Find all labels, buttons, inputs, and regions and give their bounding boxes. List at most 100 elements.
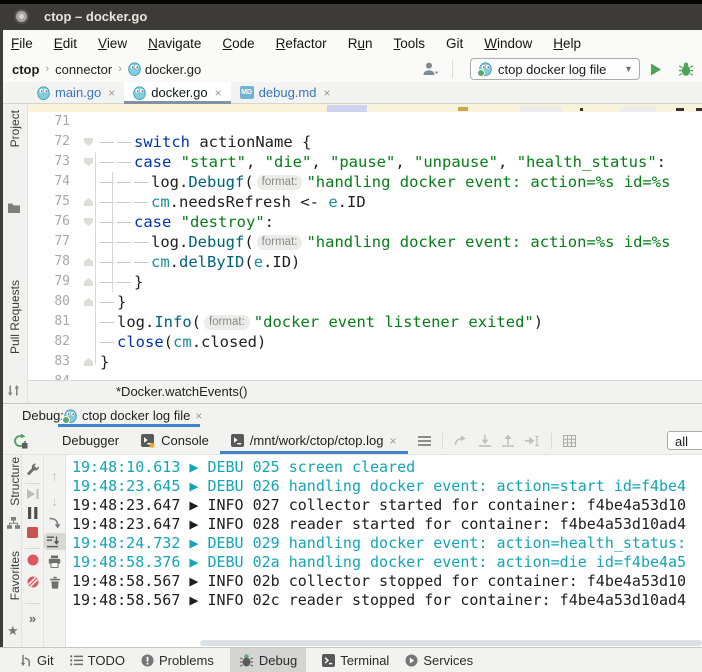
tab-docker-go[interactable]: docker.go × <box>124 82 230 103</box>
console-action-icons <box>418 427 576 454</box>
close-icon[interactable]: × <box>215 86 222 100</box>
close-icon[interactable]: × <box>108 86 115 100</box>
run-button[interactable] <box>650 63 662 76</box>
statusbar-item-label: Problems <box>159 653 214 668</box>
statusbar-item-problems[interactable]: Problems <box>141 648 214 672</box>
debug-button[interactable] <box>678 61 694 77</box>
statusbar-item-services[interactable]: Services <box>405 648 473 672</box>
fold-marker-icon[interactable] <box>84 218 93 226</box>
line-number[interactable]: 78 <box>28 252 80 272</box>
line-number[interactable]: 82 <box>28 332 80 352</box>
log-line: 19:48:58.376 ▶ DEBU 02a handling docker … <box>72 553 702 572</box>
line-number[interactable]: 76 <box>28 212 80 232</box>
log-level-filter-select[interactable]: all <box>667 431 702 450</box>
breadcrumb-item[interactable]: ctop <box>12 62 39 77</box>
menu-view[interactable]: View <box>98 36 127 51</box>
layout-settings-icon[interactable] <box>563 435 576 447</box>
menu-run[interactable]: Run <box>348 36 373 51</box>
line-number[interactable]: 75 <box>28 192 80 212</box>
line-number[interactable]: 72 <box>28 132 80 152</box>
statusbar-item-terminal[interactable]: Terminal <box>322 648 389 672</box>
statusbar-item-todo[interactable]: TODO <box>70 648 125 672</box>
line-number[interactable]: 83 <box>28 352 80 372</box>
show-execution-point-icon[interactable] <box>454 435 468 447</box>
log-line: 19:48:24.732 ▶ DEBU 029 handling docker … <box>72 534 702 553</box>
run-to-cursor-icon[interactable] <box>525 435 540 447</box>
stop-icon[interactable] <box>22 527 43 538</box>
rerun-button[interactable] <box>12 433 28 449</box>
log-line: 19:48:58.567 ▶ INFO 02c reader stopped f… <box>72 591 702 610</box>
up-stack-icon[interactable]: ↑ <box>44 469 65 483</box>
fold-marker-icon[interactable] <box>84 258 93 266</box>
console-tab--mnt-work-ctop-ctop-log[interactable]: /mnt/work/ctop/ctop.log× <box>220 427 408 454</box>
statusbar-item-debug[interactable]: Debug <box>230 648 306 672</box>
view-breakpoints-icon[interactable] <box>22 576 43 588</box>
statusbar-item-git[interactable]: Git <box>20 648 54 672</box>
settings-wrench-icon[interactable] <box>22 463 43 477</box>
user-icon[interactable] <box>422 62 439 76</box>
line-number[interactable]: 79 <box>28 272 80 292</box>
divider <box>442 433 443 449</box>
sidebar-item-pull-requests[interactable]: Pull Requests <box>8 280 22 354</box>
down-stack-icon[interactable]: ↓ <box>44 494 65 508</box>
menu-edit[interactable]: Edit <box>54 36 77 51</box>
step-over-icon[interactable] <box>479 434 491 447</box>
code-line: 76case "destroy": <box>28 212 702 232</box>
print-icon[interactable] <box>44 555 65 568</box>
console-tab-console[interactable]: Console <box>130 427 220 454</box>
tab-debug-md[interactable]: MDdebug.md× <box>231 82 340 103</box>
resume-program-icon[interactable] <box>22 488 43 500</box>
pause-program-icon[interactable] <box>22 507 43 519</box>
line-number[interactable]: 73 <box>28 152 80 172</box>
sidebar-item-structure[interactable]: Structure <box>8 457 22 506</box>
window-button-icon[interactable] <box>14 9 29 24</box>
tab-main-go[interactable]: main.go× <box>28 82 124 103</box>
close-icon[interactable]: × <box>323 86 330 100</box>
line-number[interactable]: 80 <box>28 292 80 312</box>
editor-lines: 7172switch actionName {73case "start", "… <box>28 112 702 380</box>
menu-tools[interactable]: Tools <box>393 36 425 51</box>
close-icon[interactable]: × <box>195 409 202 423</box>
fold-marker-icon[interactable] <box>84 138 93 146</box>
run-configuration-select[interactable]: ctop docker log file ▾ <box>470 58 640 80</box>
menu-git[interactable]: Git <box>446 36 463 51</box>
console-side-toolbar: ↑↓ <box>44 455 66 647</box>
menu-file[interactable]: File <box>11 36 33 51</box>
view-options-icon[interactable] <box>418 434 431 448</box>
line-number[interactable]: 84 <box>28 372 80 380</box>
line-number[interactable]: 81 <box>28 312 80 332</box>
breadcrumb-item[interactable]: connector <box>55 62 112 77</box>
console-icon <box>231 434 244 447</box>
step-out-icon[interactable] <box>502 434 514 447</box>
menu-window[interactable]: Window <box>484 36 532 51</box>
statusbar-item-label: TODO <box>88 653 125 668</box>
tab-label: docker.go <box>151 85 207 100</box>
clear-all-icon[interactable] <box>44 576 65 589</box>
menu-refactor[interactable]: Refactor <box>276 36 327 51</box>
line-number[interactable]: 74 <box>28 172 80 192</box>
menu-code[interactable]: Code <box>222 36 254 51</box>
fold-marker-icon[interactable] <box>84 358 93 366</box>
jump-to-source-icon[interactable] <box>44 516 65 529</box>
fold-marker-icon[interactable] <box>84 298 93 306</box>
horizontal-scrollbar[interactable] <box>200 640 702 646</box>
console-tab-debugger[interactable]: Debugger <box>51 427 130 454</box>
line-number[interactable]: 71 <box>28 112 80 132</box>
sidebar-item-project[interactable]: Project <box>8 110 22 147</box>
sidebar-item-favorites[interactable]: Favorites <box>8 551 22 600</box>
breadcrumb-item[interactable]: docker.go <box>128 62 201 77</box>
code-editor[interactable]: 7172switch actionName {73case "start", "… <box>28 104 702 380</box>
fold-marker-icon[interactable] <box>84 158 93 166</box>
log-console-output[interactable]: 19:48:10.613 ▶ DEBU 025 screen cleared 19… <box>66 455 702 647</box>
line-number[interactable]: 77 <box>28 232 80 252</box>
more-actions-icon[interactable]: » <box>22 611 43 626</box>
code-line: 72switch actionName { <box>28 132 702 152</box>
menu-navigate[interactable]: Navigate <box>148 36 201 51</box>
log-line: 19:48:10.613 ▶ DEBU 025 screen cleared <box>72 458 702 477</box>
fold-marker-icon[interactable] <box>84 198 93 206</box>
menu-help[interactable]: Help <box>553 36 581 51</box>
mute-breakpoints-icon[interactable] <box>22 554 43 566</box>
log-line: 19:48:23.647 ▶ INFO 027 collector starte… <box>72 496 702 515</box>
close-icon[interactable]: × <box>389 434 396 448</box>
fold-marker-icon[interactable] <box>84 278 93 286</box>
